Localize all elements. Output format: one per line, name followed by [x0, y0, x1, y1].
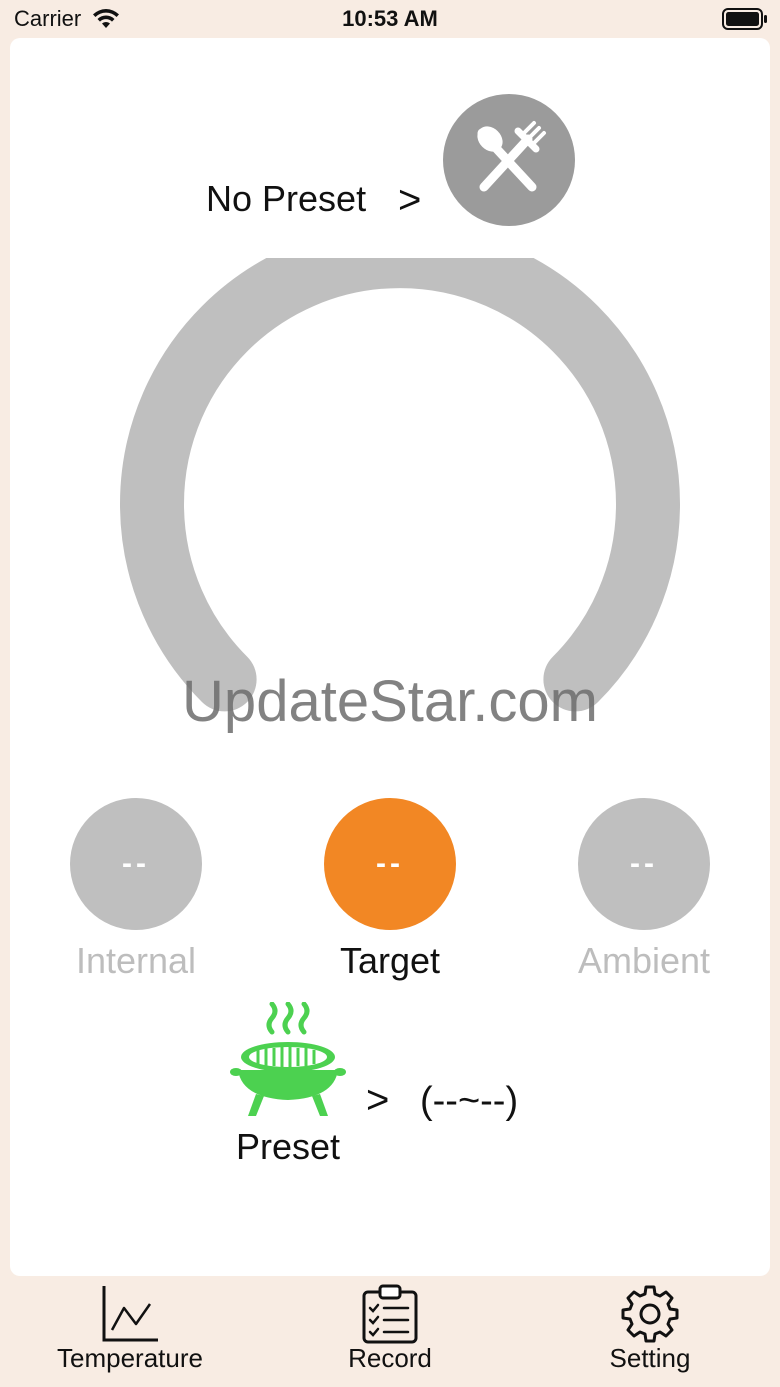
line-chart-icon: [102, 1286, 158, 1342]
grill-icon[interactable]: [228, 1002, 348, 1120]
food-preset-button[interactable]: [443, 94, 575, 226]
preset-chevron-icon[interactable]: >: [398, 178, 421, 223]
target-temp-circle[interactable]: --: [324, 798, 456, 930]
clipboard-icon: [362, 1284, 418, 1344]
internal-temp-circle[interactable]: --: [70, 798, 202, 930]
gear-icon: [621, 1285, 679, 1343]
tab-record-label: Record: [348, 1343, 432, 1373]
ambient-temp-value: --: [630, 847, 658, 880]
internal-label: Internal: [75, 940, 197, 981]
tab-setting-label: Setting: [609, 1343, 691, 1373]
preset-footer-chevron-icon[interactable]: >: [366, 1078, 389, 1123]
target-label: Target: [339, 940, 441, 981]
watermark: UpdateStar.com: [182, 669, 598, 734]
status-bar: Carrier 10:53 AM: [0, 0, 780, 40]
ambient-temp-circle[interactable]: --: [578, 798, 710, 930]
preset-range-value: (--~--): [420, 1080, 519, 1122]
tab-temperature-label: Temperature: [57, 1343, 203, 1373]
battery-icon: [722, 8, 767, 30]
internal-temp-value: --: [122, 847, 150, 880]
gauge-arc: [120, 258, 680, 712]
tab-bar: Temperature Record Setting: [0, 1278, 780, 1387]
no-preset-label[interactable]: No Preset: [206, 178, 366, 220]
preset-label[interactable]: Preset: [228, 1126, 348, 1168]
main-card: No Preset > UpdateStar.com -- Internal -…: [10, 38, 770, 1276]
ambient-label: Ambient: [577, 940, 711, 981]
fork-spoon-icon: [477, 121, 546, 192]
target-temp-value: --: [376, 847, 404, 880]
clock: 10:53 AM: [342, 6, 438, 31]
